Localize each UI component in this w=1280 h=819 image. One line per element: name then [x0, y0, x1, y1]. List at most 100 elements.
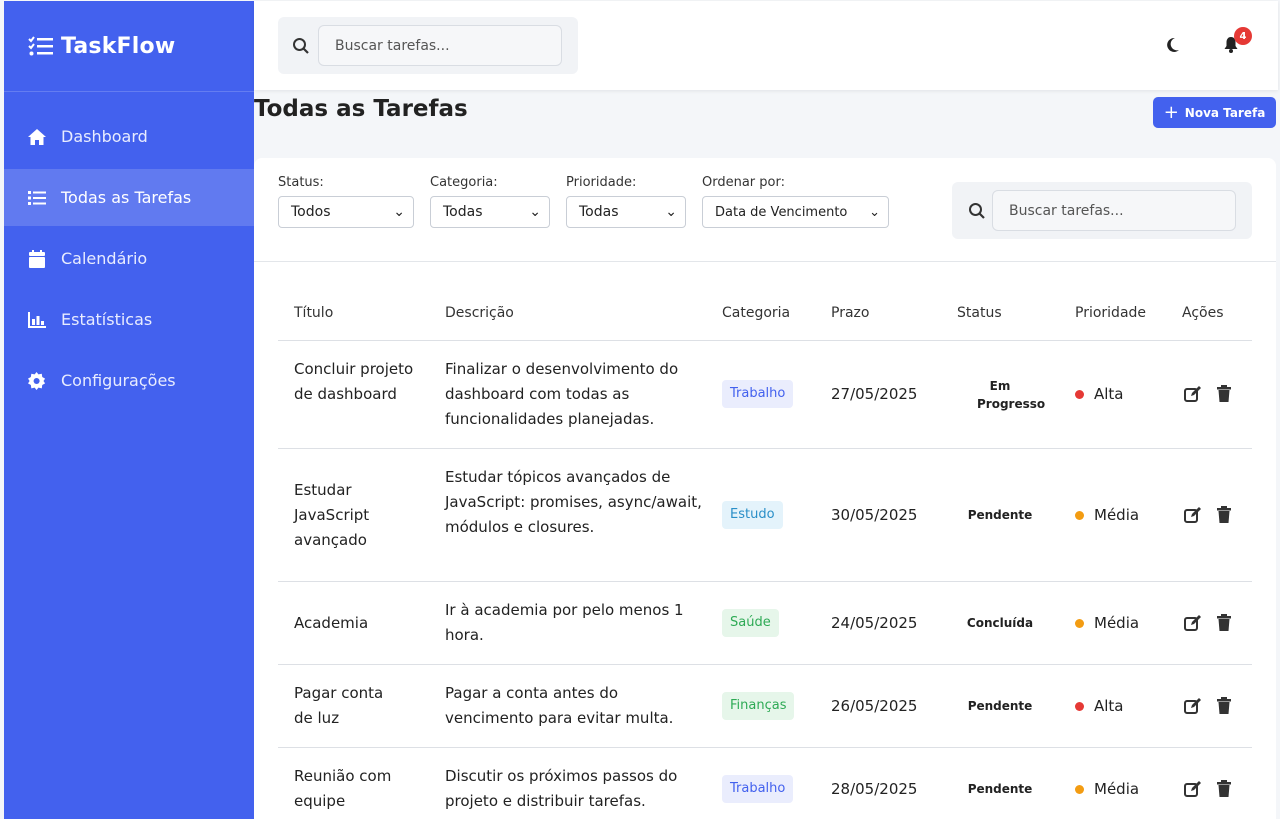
priority-label: Média: [1094, 614, 1140, 632]
table-row[interactable]: Pagar conta de luz Pagar a conta antes d…: [278, 665, 1252, 748]
sidebar: TaskFlow Dashboard Todas as Tarefas Cale…: [4, 1, 254, 819]
priority-label: Média: [1094, 780, 1140, 798]
table-row[interactable]: Academia Ir à academia por pelo menos 1 …: [278, 582, 1252, 665]
column-header-actions: Ações: [1182, 305, 1224, 321]
category-badge: Trabalho: [722, 380, 794, 408]
sidebar-item-settings[interactable]: Configurações: [4, 352, 254, 409]
sidebar-item-statistics[interactable]: Estatísticas: [4, 291, 254, 348]
top-header: 4: [254, 1, 1278, 90]
sidebar-item-label: Configurações: [61, 371, 176, 390]
gear-icon: [27, 371, 47, 390]
new-task-button[interactable]: + Nova Tarefa: [1153, 97, 1276, 128]
chevron-down-icon: ⌄: [529, 204, 541, 220]
priority-indicator: Alta: [1075, 694, 1124, 719]
category-filter: Categoria: Todas ⌄: [430, 175, 550, 228]
chart-icon: [27, 311, 47, 329]
task-due-date: 30/05/2025: [831, 506, 918, 524]
status-select[interactable]: Todos ⌄: [278, 196, 414, 228]
home-icon: [27, 128, 47, 146]
app-name: TaskFlow: [61, 33, 176, 59]
table-header: Título Descrição Categoria Prazo Status …: [278, 290, 1252, 341]
priority-filter-label: Prioridade:: [566, 175, 637, 190]
task-due-date: 27/05/2025: [831, 385, 918, 403]
filter-search-input[interactable]: [992, 190, 1236, 231]
task-due-date: 24/05/2025: [831, 614, 918, 632]
status-text: Pendente: [967, 508, 1033, 522]
table-row[interactable]: Concluir projeto de dashboard Finalizar …: [278, 341, 1252, 449]
task-title: Reunião com equipe: [294, 767, 392, 810]
plus-icon: +: [1163, 102, 1179, 123]
status-text: Concluída: [966, 616, 1034, 630]
category-badge: Estudo: [722, 501, 783, 529]
column-header-status: Status: [957, 305, 1002, 321]
task-title: Academia: [294, 614, 369, 632]
row-actions: [1184, 385, 1246, 403]
task-description: Ir à academia por pelo menos 1 hora.: [445, 601, 684, 644]
task-description: Finalizar o desenvolvimento do dashboard…: [445, 360, 679, 428]
task-description: Estudar tópicos avançados de JavaScript:…: [445, 468, 702, 536]
trash-icon[interactable]: [1215, 780, 1233, 798]
brand[interactable]: TaskFlow: [4, 1, 254, 92]
priority-indicator: Alta: [1075, 382, 1124, 407]
trash-icon[interactable]: [1215, 697, 1233, 715]
sort-filter-label: Ordenar por:: [702, 175, 785, 190]
category-badge: Trabalho: [722, 775, 794, 803]
priority-label: Alta: [1094, 385, 1124, 403]
row-actions: [1184, 697, 1246, 715]
status-text: Pendente: [967, 782, 1033, 796]
sidebar-item-label: Todas as Tarefas: [61, 188, 192, 207]
sidebar-nav: Dashboard Todas as Tarefas Calendário Es…: [4, 108, 254, 409]
task-title: Concluir projeto de dashboard: [294, 360, 414, 403]
status-select-value: Todos: [291, 204, 331, 220]
edit-icon[interactable]: [1184, 385, 1202, 403]
sidebar-item-calendar[interactable]: Calendário: [4, 230, 254, 287]
task-due-date: 26/05/2025: [831, 697, 918, 715]
trash-icon[interactable]: [1215, 614, 1233, 632]
task-title: Estudar JavaScript avançado: [294, 481, 370, 549]
priority-dot: [1075, 511, 1084, 520]
page-title: Todas as Tarefas: [254, 96, 468, 122]
edit-icon[interactable]: [1184, 697, 1202, 715]
trash-icon[interactable]: [1215, 385, 1233, 403]
priority-indicator: Média: [1075, 611, 1139, 636]
status-filter-label: Status:: [278, 175, 324, 190]
header-search-input[interactable]: [318, 25, 562, 66]
priority-select[interactable]: Todas ⌄: [566, 196, 686, 228]
chevron-down-icon: ⌄: [665, 204, 677, 220]
edit-icon[interactable]: [1184, 506, 1202, 524]
sidebar-item-label: Calendário: [61, 249, 148, 268]
tasks-logo-icon: [28, 36, 53, 56]
status-text: Em Progresso: [977, 379, 1046, 411]
task-title: Pagar conta de luz: [294, 684, 384, 727]
table-row[interactable]: Estudar JavaScript avançado Estudar tópi…: [278, 449, 1252, 582]
row-actions: [1184, 614, 1246, 632]
sidebar-item-label: Estatísticas: [61, 310, 153, 329]
edit-icon[interactable]: [1184, 614, 1202, 632]
task-due-date: 28/05/2025: [831, 780, 918, 798]
filters-bar: Status: Todos ⌄ Categoria: Todas ⌄ Prior…: [254, 158, 1276, 262]
header-search: [278, 17, 578, 74]
priority-dot: [1075, 702, 1084, 711]
list-icon: [27, 189, 47, 207]
new-task-label: Nova Tarefa: [1184, 105, 1266, 120]
column-header-description: Descrição: [445, 305, 514, 321]
priority-dot: [1075, 619, 1084, 628]
sidebar-item-label: Dashboard: [61, 127, 148, 146]
notification-badge: 4: [1234, 27, 1252, 45]
task-description: Discutir os próximos passos do projeto e…: [445, 767, 678, 810]
status-text: Pendente: [967, 699, 1033, 713]
priority-indicator: Média: [1075, 777, 1139, 802]
moon-icon[interactable]: [1166, 37, 1180, 53]
table-row[interactable]: Reunião com equipe Discutir os próximos …: [278, 748, 1252, 819]
sort-select[interactable]: Data de Vencimento ⌄: [702, 196, 889, 228]
sort-select-value: Data de Vencimento: [715, 204, 848, 220]
category-badge: Finanças: [722, 692, 795, 720]
category-select[interactable]: Todas ⌄: [430, 196, 550, 228]
sidebar-item-all-tasks[interactable]: Todas as Tarefas: [4, 169, 254, 226]
column-header-category: Categoria: [722, 305, 791, 321]
priority-label: Alta: [1094, 697, 1124, 715]
trash-icon[interactable]: [1215, 506, 1233, 524]
sidebar-item-dashboard[interactable]: Dashboard: [4, 108, 254, 165]
edit-icon[interactable]: [1184, 780, 1202, 798]
filter-search: [952, 182, 1252, 239]
